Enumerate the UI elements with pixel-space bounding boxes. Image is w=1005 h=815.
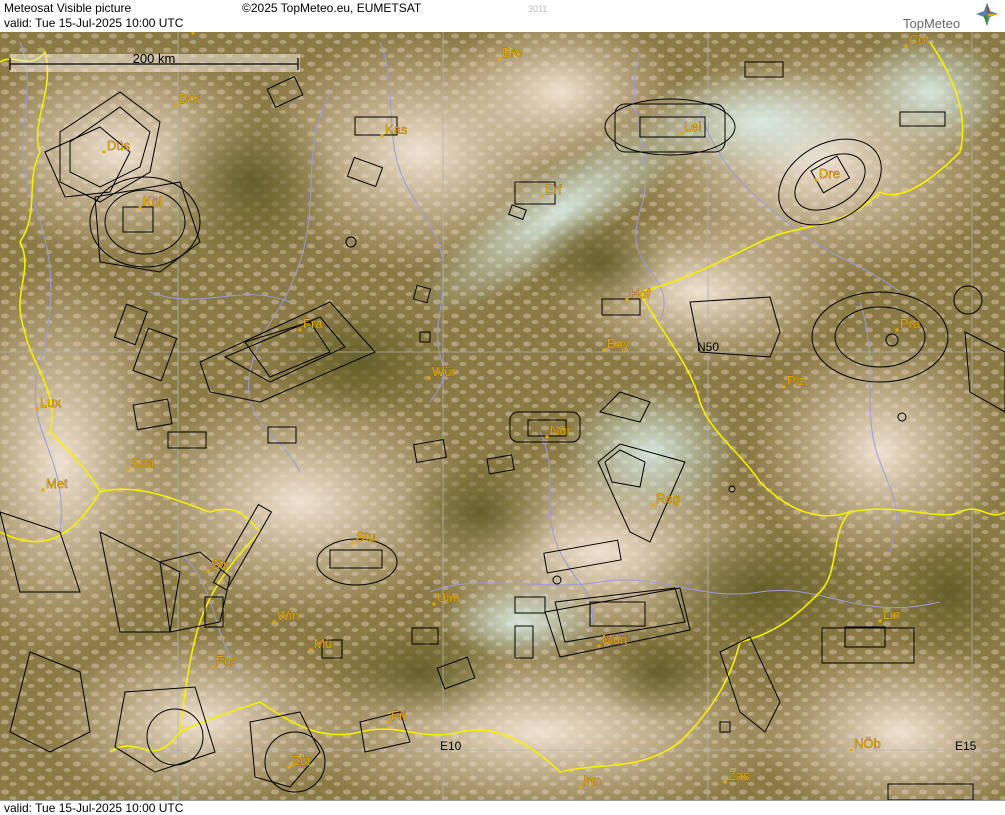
city-dot: [206, 569, 210, 573]
city-label: Wür: [432, 364, 457, 379]
city-label: Fra: [303, 316, 323, 331]
grid-label-n50: N50: [697, 340, 719, 354]
city-label: Ulm: [437, 590, 460, 605]
city-label: Kas: [385, 122, 408, 137]
city-label: Cot: [909, 32, 930, 47]
city-dot: [625, 298, 629, 302]
city-label: Hof: [630, 286, 651, 301]
city-label: Saa: [131, 455, 155, 470]
city-dot: [723, 780, 727, 784]
city-dot: [298, 328, 302, 332]
valid-time-bottom: valid: Tue 15-Jul-2025 10:00 UTC: [4, 801, 184, 815]
satellite-map[interactable]: 200 km E10 E15 N50 Mün Bro Cot Dor Kas Lei Düs…: [0, 32, 1005, 800]
city-label: Lux: [40, 395, 61, 410]
city-dot: [41, 488, 45, 492]
city-label: Nür: [550, 423, 572, 438]
city-dot: [174, 103, 178, 107]
city-label: Inn: [583, 773, 601, 788]
city-dot: [814, 178, 818, 182]
image-title: Meteosat Visible picture: [4, 1, 132, 15]
city-label: Köl: [143, 194, 162, 209]
logo-text: TopMeteo: [903, 16, 961, 31]
city-dot: [191, 32, 195, 35]
city-label: Fre: [216, 653, 236, 668]
footer-bar: valid: Tue 15-Jul-2025 10:00 UTC: [0, 800, 1005, 815]
city-dot: [35, 407, 39, 411]
city-label: Mün: [602, 632, 627, 647]
city-label: Stu: [356, 529, 376, 544]
city-label: Lin: [883, 607, 900, 622]
city-label: Erf: [545, 182, 562, 197]
city-dot: [272, 620, 276, 624]
city-label: Lei: [684, 119, 701, 134]
city-dot: [895, 328, 899, 332]
header-bar: Meteosat Visible picture valid: Tue 15-J…: [0, 0, 1005, 33]
city-dot: [602, 348, 606, 352]
city-dot: [651, 503, 655, 507]
city-label: Plz: [787, 373, 805, 388]
city-label: Str: [211, 557, 228, 572]
city-label: Bay: [607, 336, 630, 351]
city-dot: [782, 385, 786, 389]
city-dot: [102, 150, 106, 154]
frame-id: 3011: [528, 4, 548, 14]
city-dot: [380, 134, 384, 138]
city-dot: [679, 131, 683, 135]
grid-label-e10: E10: [440, 739, 462, 753]
city-label: Met: [46, 476, 68, 491]
city-dot: [849, 748, 853, 752]
scale-bar-label: 200 km: [133, 51, 176, 66]
city-label: Düs: [107, 138, 131, 153]
copyright-text: ©2025 TopMeteo.eu, EUMETSAT: [242, 1, 422, 15]
city-dot: [578, 785, 582, 789]
city-label: Fri: [391, 708, 406, 723]
city-label: NÖb: [854, 736, 881, 751]
city-dot: [287, 765, 291, 769]
city-dot: [138, 206, 142, 210]
city-label: Dre: [819, 166, 840, 181]
grid-label-e15: E15: [955, 739, 977, 753]
city-dot: [211, 665, 215, 669]
topmeteo-logo[interactable]: TopMeteo: [899, 2, 999, 31]
city-dot: [126, 467, 130, 471]
city-label: Mü: [314, 636, 332, 651]
city-dot: [386, 720, 390, 724]
city-dot: [432, 602, 436, 606]
city-dot: [904, 44, 908, 48]
city-label: Zas: [728, 768, 750, 783]
city-label: Bro: [502, 45, 522, 60]
city-dot: [540, 194, 544, 198]
city-label: Dor: [179, 91, 201, 106]
city-label: Zür: [292, 753, 312, 768]
city-label: Pra: [900, 316, 921, 331]
valid-time-top: valid: Tue 15-Jul-2025 10:00 UTC: [4, 16, 184, 30]
city-label: Reg: [656, 491, 680, 506]
city-dot: [597, 644, 601, 648]
city-label: Mün: [196, 32, 221, 34]
city-label: Win: [277, 608, 299, 623]
city-dot: [497, 57, 501, 61]
city-dot: [545, 435, 549, 439]
scale-bar: 200 km: [9, 51, 300, 72]
city-dot: [309, 648, 313, 652]
city-dot: [351, 541, 355, 545]
city-dot: [427, 376, 431, 380]
city-dot: [878, 619, 882, 623]
